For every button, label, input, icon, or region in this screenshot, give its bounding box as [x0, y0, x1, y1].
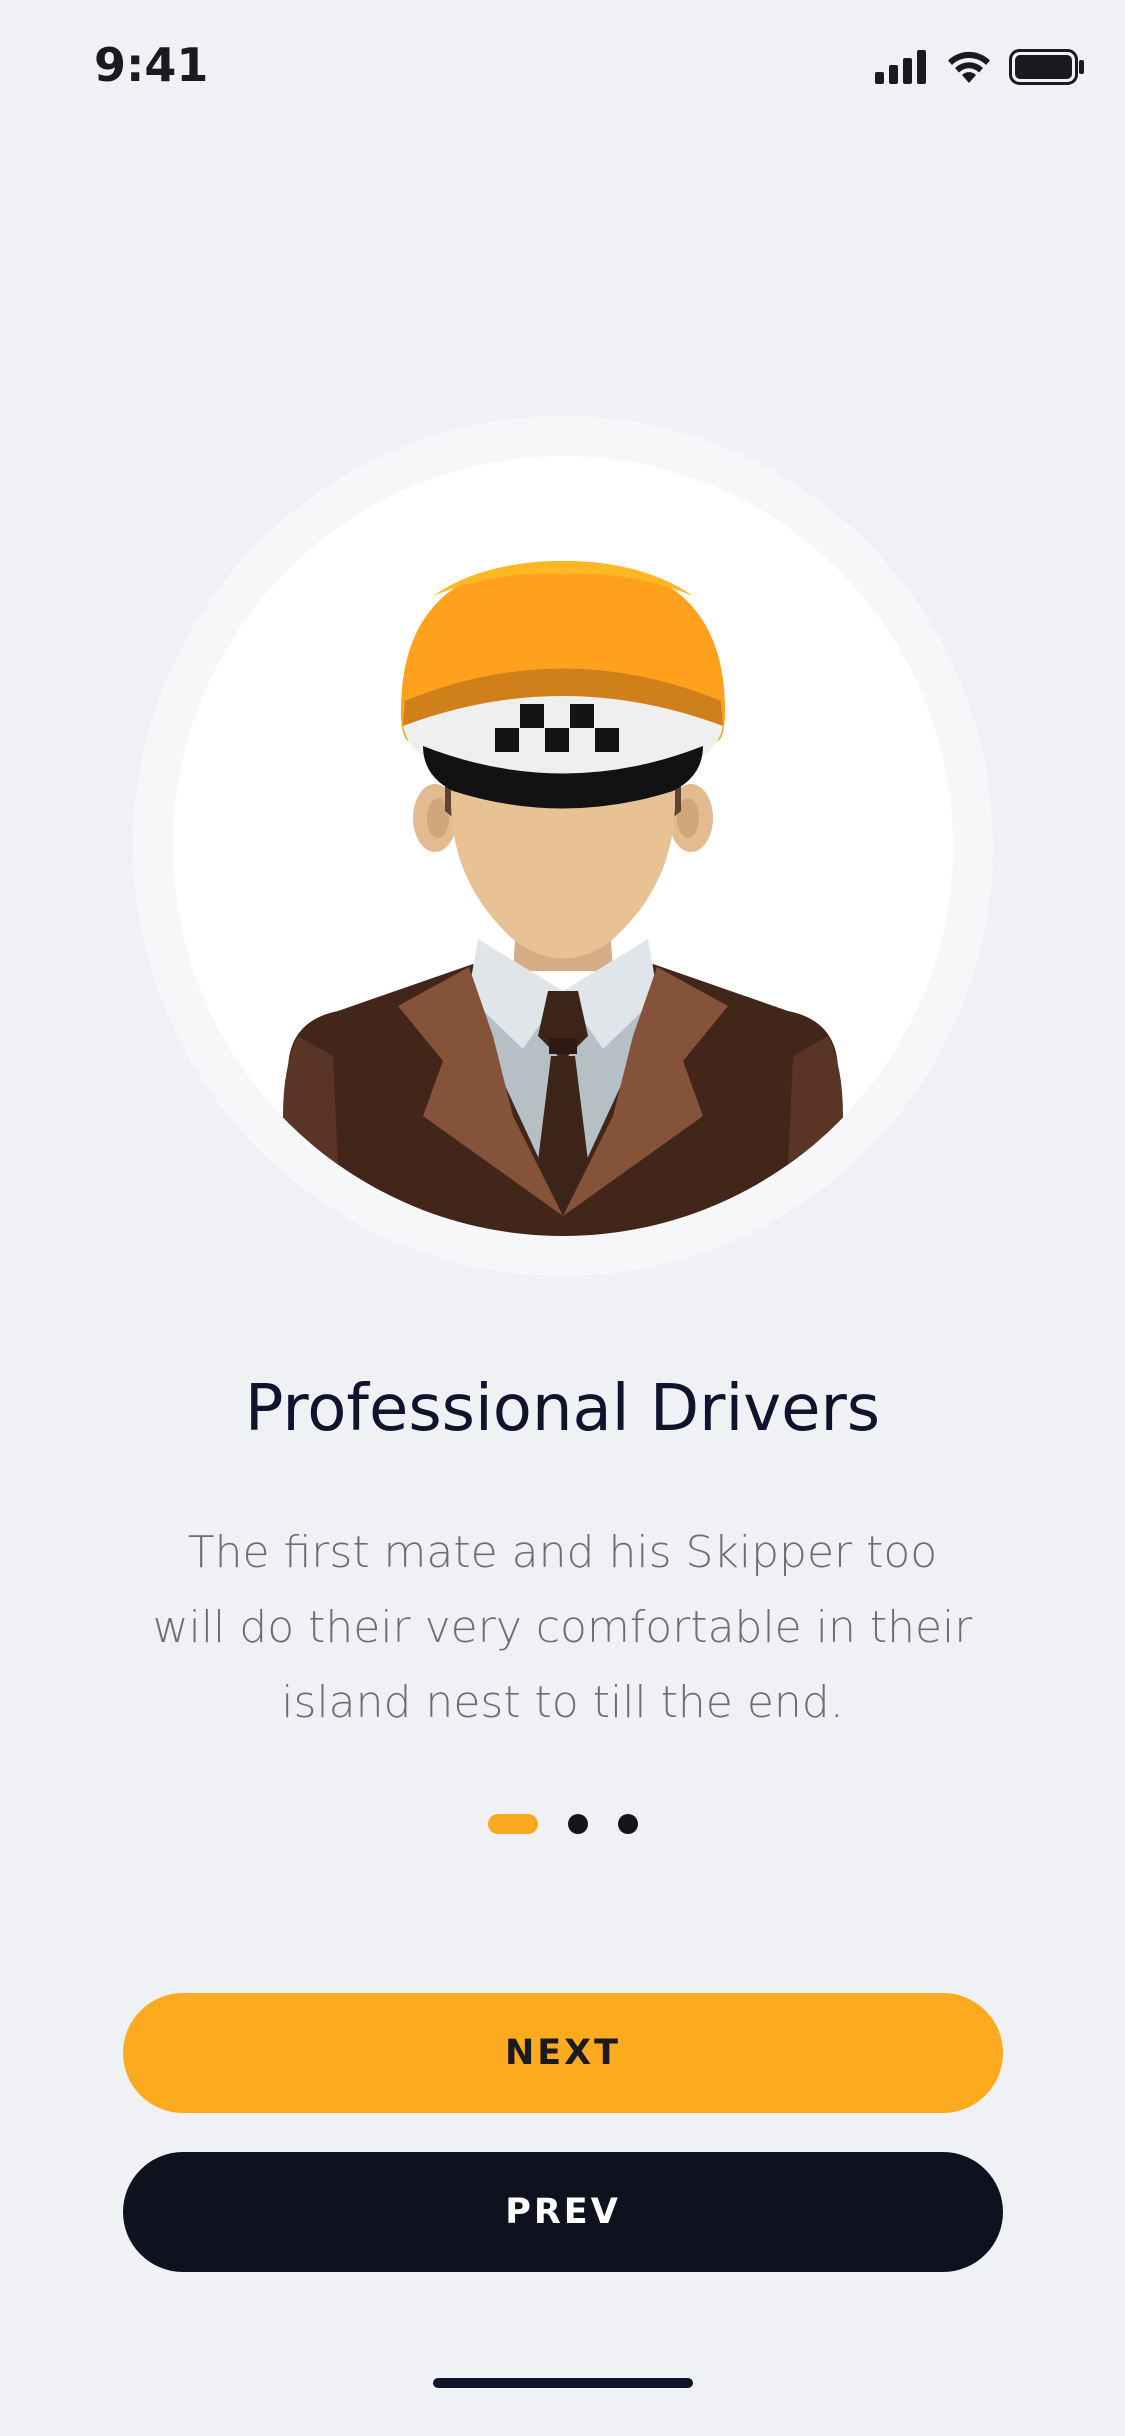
prev-button[interactable]: PREV — [123, 2152, 1003, 2272]
pagination-dot[interactable] — [617, 1814, 638, 1834]
status-time: 9:41 — [94, 38, 209, 92]
onboarding-description: The first mate and his Skipper too will … — [152, 1527, 973, 1728]
wifi-icon — [948, 51, 990, 83]
status-bar: 9:41 — [0, 0, 1125, 130]
cellular-signal-icon — [875, 50, 926, 84]
pagination-dots — [0, 1814, 1125, 1834]
home-indicator[interactable] — [433, 2378, 693, 2388]
pagination-dot-active[interactable] — [487, 1814, 538, 1834]
status-icons — [875, 44, 1085, 90]
battery-icon — [1009, 49, 1084, 85]
onboarding-title: Professional Drivers — [244, 1372, 881, 1446]
driver-illustration — [133, 416, 993, 1276]
next-button[interactable]: NEXT — [123, 1993, 1003, 2113]
pagination-dot[interactable] — [567, 1814, 588, 1834]
